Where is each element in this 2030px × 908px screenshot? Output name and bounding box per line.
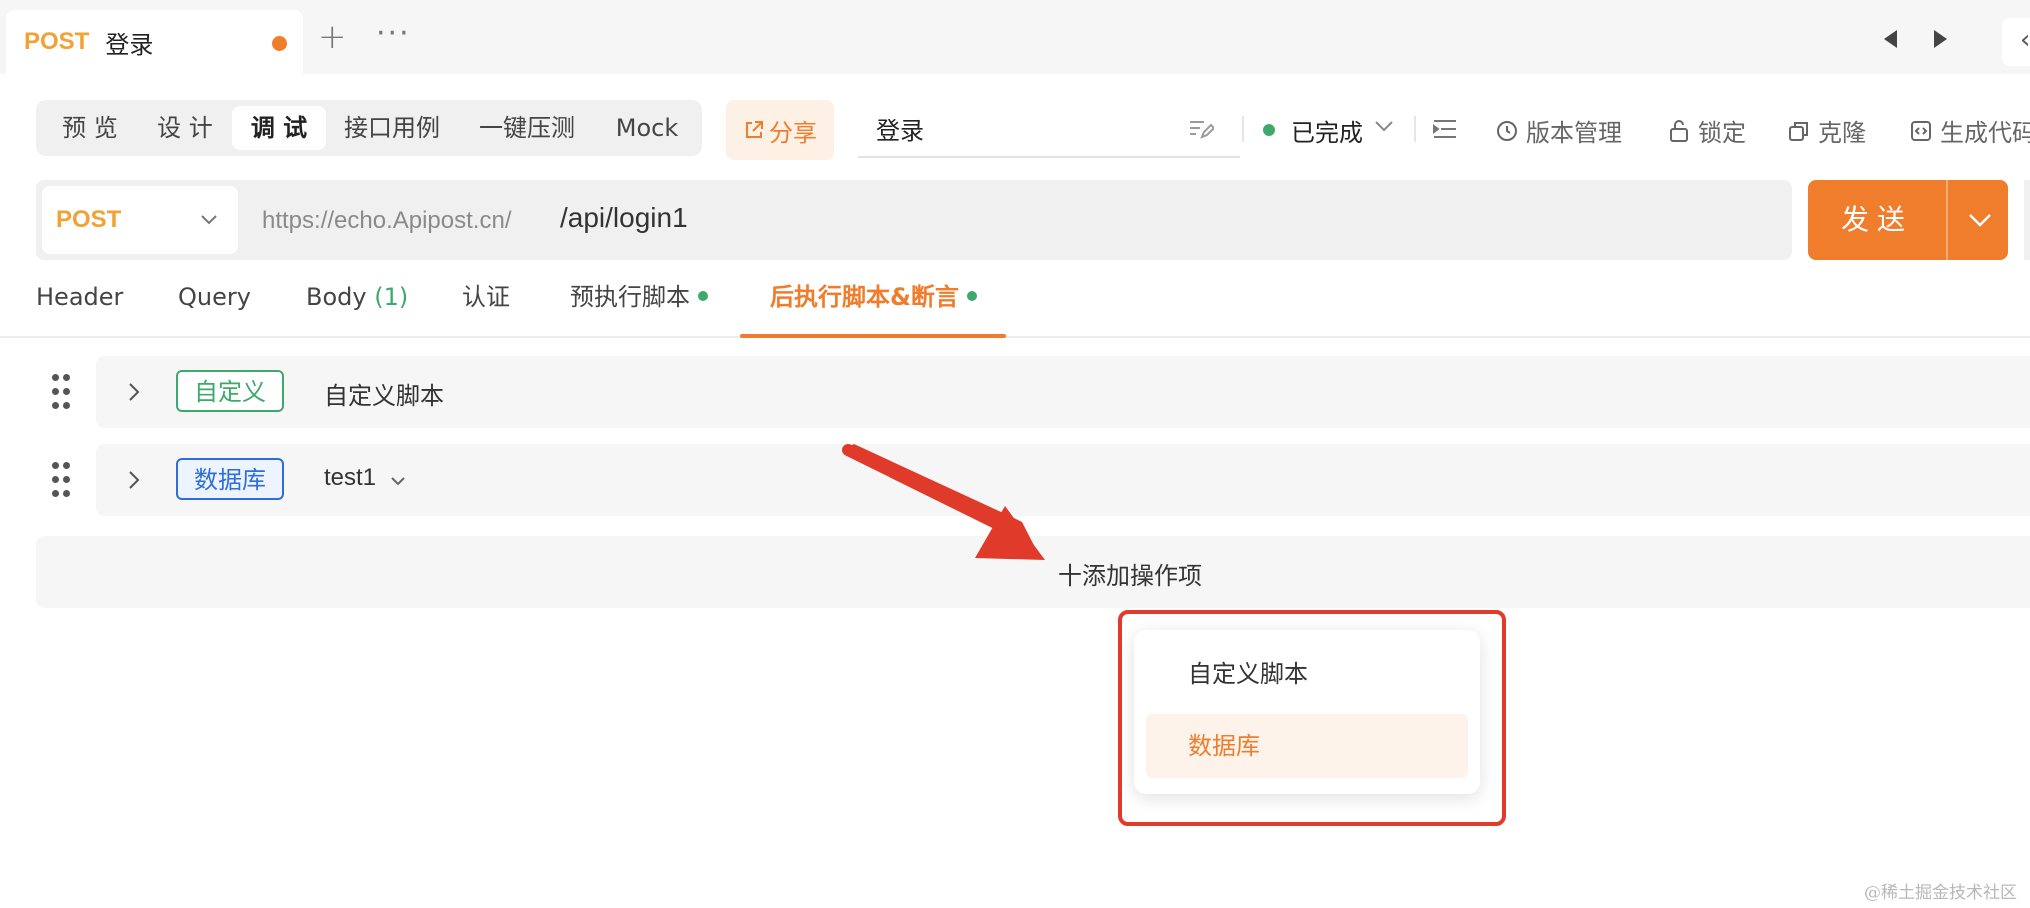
view-mode-design[interactable]: 设 计 (140, 106, 230, 150)
tab-strip (0, 0, 2030, 74)
tab-auth-label: 认证 (462, 283, 510, 311)
add-action-button[interactable]: 十添加操作项 (1058, 556, 1202, 591)
tab-body[interactable]: Body (1) (306, 280, 408, 338)
send-button-group: 发送 (1808, 180, 2008, 260)
share-label: 分享 (769, 118, 817, 147)
send-options-chevron-icon[interactable] (1968, 212, 1992, 228)
method-select-value: POST (56, 206, 122, 233)
send-divider (1946, 180, 1948, 260)
drag-handle-icon[interactable] (52, 374, 72, 410)
share-button[interactable]: 分享 (726, 100, 834, 160)
tab-post-script-label: 后执行脚本&断言 (770, 283, 959, 311)
method-select[interactable]: POST (42, 186, 238, 254)
tab-query[interactable]: Query (178, 280, 251, 338)
toolbar-divider (1414, 116, 1416, 142)
database-type-tag: 数据库 (176, 458, 284, 500)
previous-tab-arrow-icon[interactable] (1884, 30, 1897, 48)
post-script-status-dot-icon (966, 291, 977, 301)
add-action-bar[interactable] (36, 536, 2030, 608)
watermark: @稀土掘金技术社区 (1864, 883, 2017, 903)
expand-chevron-right-icon[interactable] (128, 382, 140, 402)
pre-script-status-dot-icon (698, 291, 708, 301)
tab-pre-script-label: 预执行脚本 (570, 283, 690, 311)
script-type-tag: 自定义 (176, 370, 284, 412)
view-mode-test-cases[interactable]: 接口用例 (328, 106, 456, 150)
generate-code-label: 生成代码 (1940, 119, 2030, 147)
request-name-input[interactable]: 登录 (858, 106, 1240, 158)
url-base-prefix[interactable]: https://echo.Apipost.cn/ (262, 207, 511, 235)
lock-icon (1670, 119, 1688, 142)
more-tabs-ellipsis-icon[interactable]: ··· (376, 16, 411, 51)
view-mode-preview[interactable]: 预 览 (42, 106, 138, 150)
clone-button[interactable]: 克隆 (1788, 113, 1866, 148)
outline-list-icon[interactable] (1432, 118, 1458, 140)
tab-pre-script[interactable]: 预执行脚本 (570, 280, 708, 338)
database-select[interactable]: test1 (324, 464, 376, 492)
view-mode-mock[interactable]: Mock (598, 106, 696, 150)
new-tab-plus-icon[interactable]: + (318, 20, 347, 54)
database-chevron-down-icon[interactable] (390, 476, 406, 486)
annotation-highlight-box (1118, 610, 1506, 826)
tab-header[interactable]: Header (36, 280, 123, 338)
version-management-button[interactable]: 版本管理 (1496, 113, 1622, 148)
tab-query-label: Query (178, 283, 251, 311)
status-dot-icon (1263, 124, 1275, 136)
tab-title: 登录 (105, 30, 154, 59)
view-mode-debug[interactable]: 调 试 (232, 106, 326, 150)
toolbar-divider (1242, 116, 1244, 142)
unsaved-dot-icon (272, 36, 287, 51)
script-row[interactable]: 自定义 自定义脚本 (96, 356, 2030, 428)
clone-label: 克隆 (1818, 119, 1866, 147)
method-chevron-down-icon (201, 215, 217, 225)
send-button[interactable]: 发送 (1808, 180, 1946, 260)
tab-body-count: (1) (374, 283, 409, 311)
expand-chevron-right-icon[interactable] (128, 470, 140, 490)
url-path-input[interactable]: /api/login1 (560, 202, 688, 234)
request-tab[interactable]: POST 登录 (6, 10, 303, 74)
code-icon (1911, 120, 1931, 141)
tab-method-label: POST (24, 28, 90, 55)
tab-post-script[interactable]: 后执行脚本&断言 (770, 280, 977, 338)
view-mode-stress-test[interactable]: 一键压测 (458, 106, 596, 150)
right-edge-panel (2024, 180, 2030, 260)
request-tabs: Header Query Body (1) 认证 预执行脚本 后执行脚本&断言 (0, 280, 2030, 338)
lock-label: 锁定 (1698, 119, 1746, 147)
drag-handle-icon[interactable] (52, 462, 72, 498)
status-chevron-down-icon[interactable] (1374, 120, 1394, 132)
clone-icon (1789, 121, 1808, 141)
clock-icon (1497, 120, 1517, 141)
tab-header-label: Header (36, 283, 124, 311)
tab-auth[interactable]: 认证 (462, 280, 510, 338)
active-tab-underline (740, 334, 1006, 338)
share-icon (746, 121, 763, 138)
tab-body-label: Body (306, 283, 367, 311)
status-select[interactable]: 已完成 (1291, 113, 1363, 148)
collapse-chevron-icon[interactable]: ‹ (2020, 27, 2030, 53)
version-management-label: 版本管理 (1526, 119, 1622, 147)
generate-code-button[interactable]: 生成代码 (1910, 113, 2030, 148)
database-row[interactable]: 数据库 test1 (96, 444, 2030, 516)
next-tab-arrow-icon[interactable] (1934, 30, 1947, 48)
script-row-label: 自定义脚本 (324, 382, 444, 410)
lock-button[interactable]: 锁定 (1668, 113, 1746, 148)
view-mode-switcher: 预 览 设 计 调 试 接口用例 一键压测 Mock (36, 100, 702, 156)
edit-description-icon[interactable] (1188, 118, 1214, 140)
